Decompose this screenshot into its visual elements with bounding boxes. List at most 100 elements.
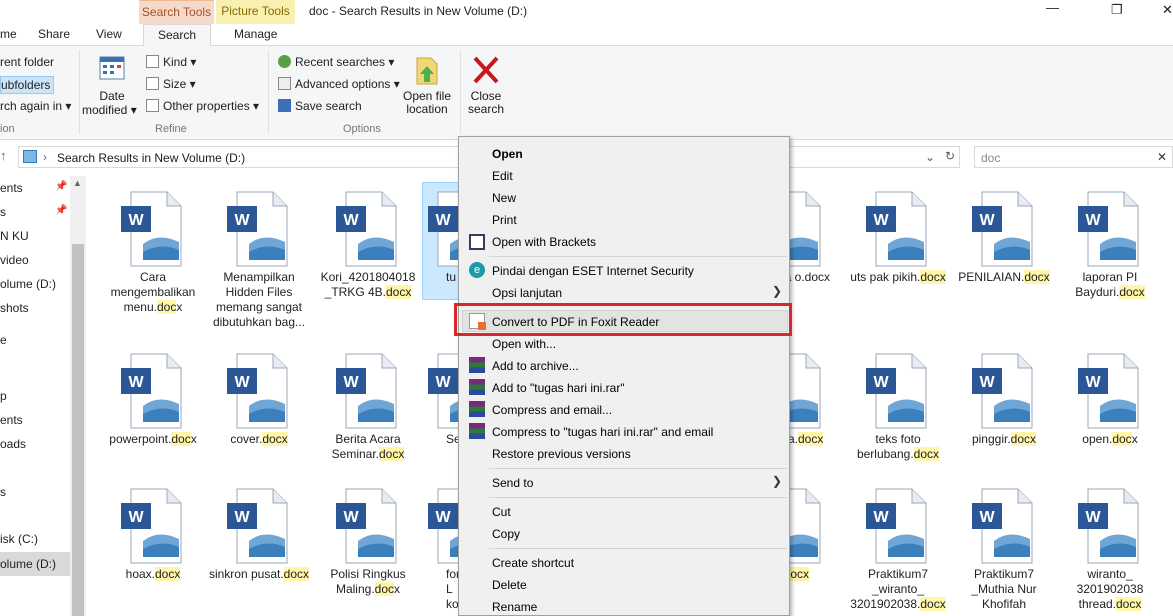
nav-item[interactable]: oads: [0, 437, 26, 451]
file-item[interactable]: Wteks foto berlubang.docx: [846, 350, 950, 462]
nav-item[interactable]: video: [0, 253, 29, 267]
nav-item[interactable]: ents: [0, 413, 23, 427]
file-item[interactable]: Wuts pak pikih.docx: [846, 188, 950, 285]
file-item[interactable]: Wpinggir.docx: [952, 350, 1056, 447]
nav-scrollbar[interactable]: ▲: [70, 176, 86, 616]
menu-open-with-brackets[interactable]: Open with Brackets: [492, 235, 596, 249]
file-item[interactable]: W Kori_4201804018 _TRKG 4B.docx: [316, 188, 420, 300]
file-item[interactable]: Wpowerpoint.docx: [101, 350, 205, 447]
menu-restore-previous-versions[interactable]: Restore previous versions: [492, 447, 631, 461]
svg-text:W: W: [128, 509, 144, 526]
nav-item[interactable]: ents: [0, 181, 23, 195]
address-dropdown-icon[interactable]: ⌄: [925, 150, 935, 164]
nav-item[interactable]: N KU: [0, 229, 29, 243]
search-match-highlight: docx: [155, 567, 181, 581]
advanced-options-button[interactable]: Advanced options ▾: [278, 77, 400, 91]
nav-item-selected[interactable]: olume (D:): [0, 552, 70, 576]
open-file-location-button[interactable]: Open file location: [400, 54, 454, 116]
other-properties-label: Other properties: [163, 99, 250, 113]
maximize-icon[interactable]: ❐: [1111, 2, 1123, 18]
word-document-icon: W: [219, 350, 299, 432]
nav-item[interactable]: olume (D:): [0, 277, 56, 291]
refresh-icon[interactable]: ↻: [945, 149, 955, 163]
menu-rename[interactable]: Rename: [492, 600, 537, 614]
nav-item[interactable]: s: [0, 485, 6, 499]
menu-edit[interactable]: Edit: [492, 169, 513, 183]
file-item[interactable]: W PENILAIAN.docx: [952, 188, 1056, 285]
file-item[interactable]: Wtu: [420, 188, 460, 285]
file-name: Kori_4201804018 _TRKG 4B.docx: [316, 270, 420, 300]
menu-print[interactable]: Print: [492, 213, 517, 227]
menu-delete[interactable]: Delete: [492, 578, 527, 592]
all-subfolders-button[interactable]: ubfolders: [0, 76, 55, 94]
close-window-icon[interactable]: ✕: [1162, 2, 1173, 18]
svg-text:W: W: [435, 212, 451, 229]
file-item[interactable]: Whoax.docx: [101, 485, 205, 582]
menu-new[interactable]: New: [492, 191, 516, 205]
search-input[interactable]: doc: [981, 151, 1000, 165]
recent-searches-button[interactable]: Recent searches ▾: [278, 55, 394, 69]
file-item[interactable]: W Sen: [420, 350, 460, 447]
scroll-thumb[interactable]: [72, 244, 84, 616]
nav-item[interactable]: p: [0, 389, 7, 403]
current-folder-button[interactable]: rent folder: [0, 55, 54, 69]
search-match-highlight: docx: [913, 447, 940, 461]
window-title: doc - Search Results in New Volume (D:): [309, 4, 528, 18]
date-modified-button[interactable]: Date modified ▾: [82, 54, 137, 130]
file-item[interactable]: Wopen.docx: [1058, 350, 1162, 447]
menu-copy[interactable]: Copy: [492, 527, 520, 541]
file-item[interactable]: W Praktikum7 _Muthia Nur Khofifah: [952, 485, 1056, 612]
other-properties-button[interactable]: Other properties ▾: [146, 99, 259, 113]
file-item[interactable]: W Cara mengembalikan menu.docx: [101, 188, 205, 315]
svg-text:W: W: [234, 509, 250, 526]
search-box[interactable]: doc ✕: [974, 146, 1173, 168]
tab-view[interactable]: View: [96, 27, 122, 41]
clear-search-icon[interactable]: ✕: [1157, 150, 1167, 164]
menu-send-to[interactable]: Send to: [492, 476, 533, 490]
menu-cut[interactable]: Cut: [492, 505, 511, 519]
file-item[interactable]: Wsinkron pusat.docx: [207, 485, 311, 582]
svg-text:W: W: [343, 509, 359, 526]
menu-open-with[interactable]: Open with...: [492, 337, 556, 351]
file-item[interactable]: Wforn L konst: [420, 485, 460, 612]
menu-open[interactable]: Open: [492, 147, 523, 161]
nav-item[interactable]: shots: [0, 301, 29, 315]
save-search-button[interactable]: Save search: [278, 99, 362, 113]
tab-search[interactable]: Search: [143, 24, 212, 47]
menu-create-shortcut[interactable]: Create shortcut: [492, 556, 574, 570]
search-match-highlight: doc: [374, 582, 395, 596]
menu-compress-and-email[interactable]: Compress and email...: [492, 403, 612, 417]
file-item[interactable]: W Menampilkan Hidden Files memang sangat …: [207, 188, 311, 330]
size-button[interactable]: Size ▾: [146, 77, 196, 91]
file-name: powerpoint.docx: [101, 432, 205, 447]
menu-compress-to-rar-email[interactable]: Compress to "tugas hari ini.rar" and ema…: [492, 425, 713, 439]
file-name-text: PENILAIAN.: [958, 270, 1025, 284]
winrar-icon: [469, 379, 485, 395]
pin-icon[interactable]: 📌: [55, 205, 67, 216]
file-item[interactable]: W Polisi Ringkus Maling.docx: [316, 485, 420, 597]
menu-eset-scan[interactable]: Pindai dengan ESET Internet Security: [492, 264, 694, 278]
menu-opsi-lanjutan[interactable]: Opsi lanjutan: [492, 286, 562, 300]
up-arrow-icon[interactable]: ↑: [0, 148, 7, 163]
file-item[interactable]: W Berita Acara Seminar.docx: [316, 350, 420, 462]
kind-button[interactable]: Kind ▾: [146, 55, 196, 69]
pin-icon[interactable]: 📌: [55, 181, 67, 192]
nav-item[interactable]: e: [0, 333, 7, 347]
menu-add-to-archive[interactable]: Add to archive...: [492, 359, 579, 373]
scroll-up-icon[interactable]: ▲: [73, 178, 82, 188]
nav-item[interactable]: s: [0, 205, 6, 219]
minimize-icon[interactable]: —: [1046, 0, 1059, 15]
file-item[interactable]: Wwiranto_ 3201902038 thread.docx: [1058, 485, 1162, 612]
tab-manage[interactable]: Manage: [234, 27, 277, 41]
word-document-icon: W: [964, 188, 1044, 270]
file-item[interactable]: W Praktikum7 _wiranto_ 3201902038.docx: [846, 485, 950, 612]
file-item[interactable]: Wcover.docx: [207, 350, 311, 447]
search-again-in-button[interactable]: rch again in ▾: [0, 99, 71, 113]
nav-item[interactable]: isk (C:): [0, 532, 38, 546]
location-group-label: ion: [0, 123, 15, 135]
menu-add-to-rar[interactable]: Add to "tugas hari ini.rar": [492, 381, 625, 395]
file-item[interactable]: Wlaporan PI Bayduri.docx: [1058, 188, 1162, 300]
tab-share[interactable]: Share: [38, 27, 70, 41]
close-search-button[interactable]: Close search: [464, 54, 508, 116]
tab-home[interactable]: me: [0, 27, 17, 41]
